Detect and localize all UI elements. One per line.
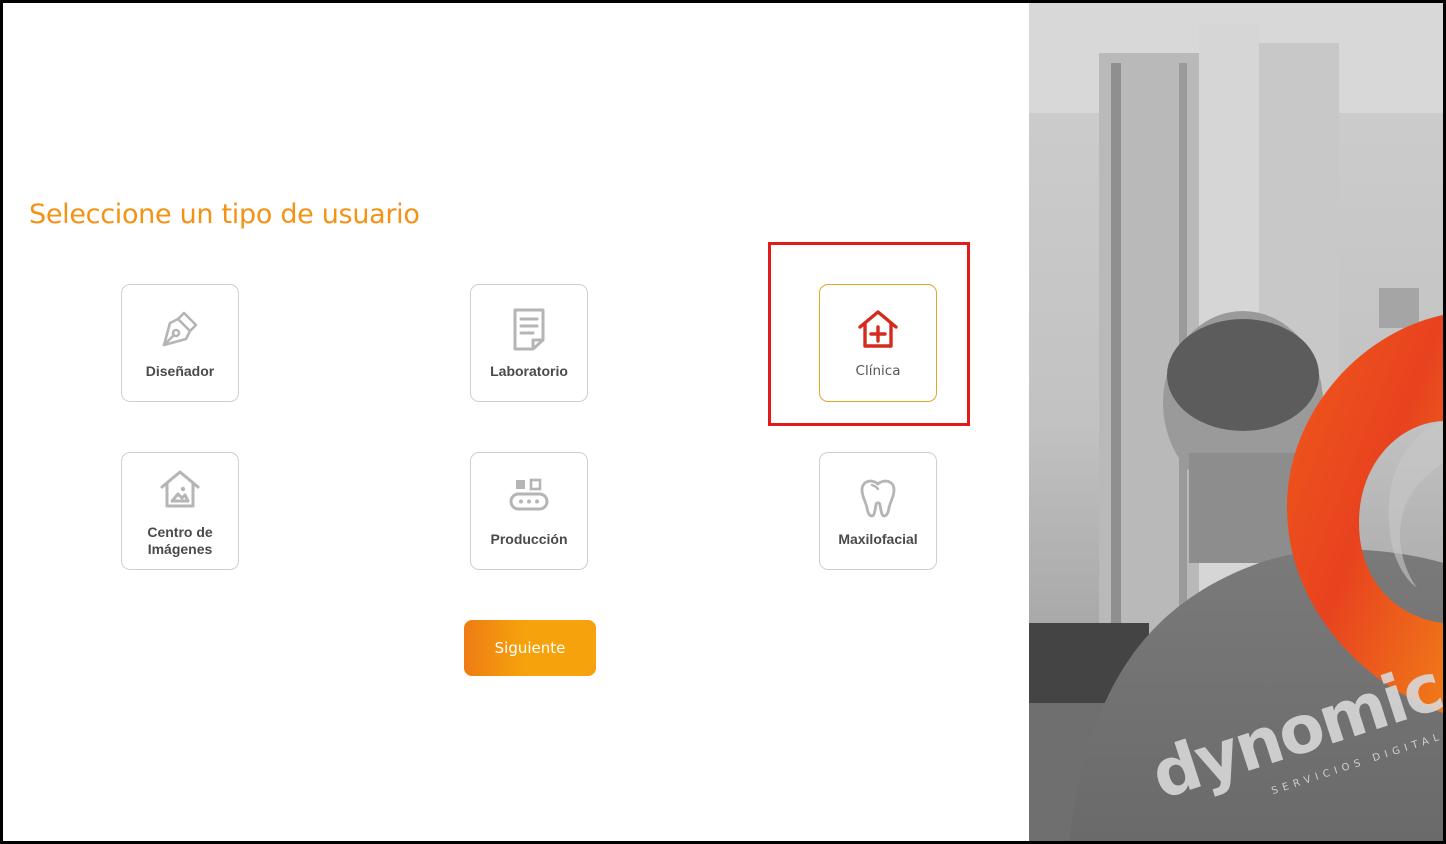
pen-nib-icon <box>122 307 238 351</box>
user-type-card-disenador[interactable]: Diseñador <box>121 284 239 402</box>
document-icon <box>471 306 587 352</box>
next-button[interactable]: Siguiente <box>464 620 596 676</box>
user-type-card-produccion[interactable]: Producción <box>470 452 588 570</box>
user-type-card-clinica[interactable]: Clínica <box>819 284 937 402</box>
user-type-card-maxilofacial[interactable]: Maxilofacial <box>819 452 937 570</box>
user-type-label-line-2: Imágenes <box>147 541 213 557</box>
user-type-card-centro-de-imagenes[interactable]: Centro de Imágenes <box>121 452 239 570</box>
tooth-icon <box>820 475 936 519</box>
production-machine-icon <box>471 477 587 517</box>
page-title: Seleccione un tipo de usuario <box>29 199 420 230</box>
user-type-card-laboratorio[interactable]: Laboratorio <box>470 284 588 402</box>
user-type-label: Diseñador <box>145 363 215 379</box>
clinic-house-plus-icon <box>820 307 936 351</box>
user-type-label: Clínica <box>855 363 901 379</box>
user-type-label: Producción <box>490 531 568 547</box>
selection-panel: Seleccione un tipo de usuario Diseñador <box>3 3 1029 841</box>
user-type-label: Laboratorio <box>490 363 568 379</box>
brand-photo-panel: dynomic SERVICIOS DIGITALES <box>1029 3 1443 841</box>
image-house-icon <box>122 467 238 511</box>
app-window: Seleccione un tipo de usuario Diseñador <box>3 3 1443 841</box>
user-type-label-line-1: Centro de <box>147 524 213 540</box>
user-type-label: Maxilofacial <box>838 531 918 547</box>
